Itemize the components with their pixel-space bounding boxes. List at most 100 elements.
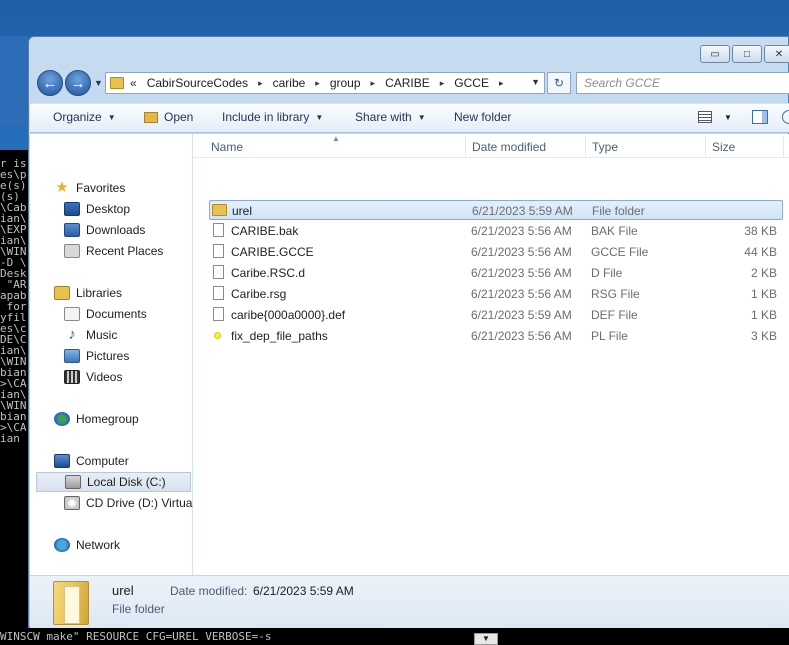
libraries-icon xyxy=(54,286,70,300)
preview-pane-icon[interactable] xyxy=(752,110,768,124)
file-name: CARIBE.bak xyxy=(231,224,299,238)
file-row[interactable]: urel 6/21/2023 5:59 AM File folder xyxy=(209,200,783,220)
nav-label: Computer xyxy=(76,454,129,468)
sort-ascending-icon: ▲ xyxy=(332,134,340,143)
open-label: Open xyxy=(164,110,194,124)
file-row[interactable]: caribe{000a0000}.def 6/21/2023 5:59 AM DEF… xyxy=(209,305,783,325)
address-overflow[interactable]: « xyxy=(130,76,137,90)
desktop-icon xyxy=(64,202,80,216)
recent-places-icon xyxy=(64,244,80,258)
downloads-icon xyxy=(64,223,80,237)
column-divider[interactable] xyxy=(705,136,706,156)
file-name: Caribe.RSC.d xyxy=(231,266,306,280)
music-icon: ♪ xyxy=(68,326,76,343)
nav-label: Videos xyxy=(86,370,123,384)
recent-pages-dropdown-icon[interactable]: ▼ xyxy=(94,78,103,88)
column-size[interactable]: Size xyxy=(712,140,735,154)
nav-label: Local Disk (C:) xyxy=(87,475,166,489)
address-bar[interactable]: « CabirSourceCodes ▸ caribe ▸ group ▸ CARIBE ▸ G… xyxy=(105,72,545,94)
nav-local-disk[interactable]: Local Disk (C:) xyxy=(36,472,191,492)
back-button[interactable]: ← xyxy=(37,70,63,96)
file-row[interactable]: fix_dep_file_paths 6/21/2023 5:56 AM PL Fi… xyxy=(209,326,783,346)
file-type: D File xyxy=(591,266,623,280)
chevron-down-icon: ▼ xyxy=(315,112,324,122)
address-dropdown-icon[interactable]: ▼ xyxy=(531,77,540,87)
navigation-row: ← → ▼ « CabirSourceCodes ▸ caribe ▸ group ▸ CA… xyxy=(37,70,789,96)
view-options-chevron-icon[interactable]: ▼ xyxy=(724,113,732,122)
help-icon[interactable] xyxy=(782,110,789,124)
file-row[interactable]: CARIBE.GCCE 6/21/2023 5:56 AM GCCE File 44 … xyxy=(209,242,783,262)
folder-icon xyxy=(53,581,89,625)
refresh-button[interactable]: ↻ xyxy=(547,72,571,94)
file-date-modified: 6/21/2023 5:56 AM xyxy=(471,329,572,343)
breadcrumb-item[interactable]: CARIBE xyxy=(385,76,430,90)
file-date-modified: 6/21/2023 5:56 AM xyxy=(471,266,572,280)
minimize-button[interactable]: ▭ xyxy=(700,45,730,63)
file-date-modified: 6/21/2023 5:56 AM xyxy=(471,245,572,259)
back-arrow-icon: ← xyxy=(42,74,58,92)
console-titlebar xyxy=(0,36,28,126)
nav-label: Homegroup xyxy=(76,412,139,426)
nav-cd-drive[interactable]: CD Drive (D:) Virtual xyxy=(64,493,193,513)
file-icon xyxy=(213,244,224,258)
forward-button[interactable]: → xyxy=(65,70,91,96)
console-bottom-line: WINSCW make" RESOURCE CFG=UREL VERBOSE=-… xyxy=(0,628,789,645)
nav-label: Desktop xyxy=(86,202,131,216)
breadcrumb: CabirSourceCodes ▸ caribe ▸ group ▸ CARIBE ▸ GCC… xyxy=(147,76,514,90)
star-icon: ★ xyxy=(55,179,69,196)
breadcrumb-item[interactable]: group xyxy=(330,76,361,90)
file-name: fix_dep_file_paths xyxy=(231,329,328,343)
details-type: File folder xyxy=(112,602,165,616)
breadcrumb-separator-icon[interactable]: ▸ xyxy=(499,78,504,89)
folder-icon xyxy=(212,204,227,216)
column-name[interactable]: Name xyxy=(211,140,243,154)
pictures-icon xyxy=(64,349,80,363)
file-row[interactable]: Caribe.RSC.d 6/21/2023 5:56 AM D File 2 KB xyxy=(209,263,783,283)
column-divider[interactable] xyxy=(783,136,784,156)
cd-drive-icon xyxy=(64,496,80,510)
nav-label: Music xyxy=(86,328,118,342)
file-type: RSG File xyxy=(591,287,640,301)
chevron-down-icon: ▼ xyxy=(417,112,426,122)
column-header: ▲ Name Date modified Type Size xyxy=(193,134,789,158)
maximize-button[interactable]: □ xyxy=(732,45,762,63)
breadcrumb-item[interactable]: GCCE xyxy=(454,76,489,90)
change-view-icon[interactable] xyxy=(698,111,712,123)
column-divider[interactable] xyxy=(465,136,466,156)
window-controls: ▭ □ ✕ xyxy=(700,45,789,63)
file-type: BAK File xyxy=(591,224,638,238)
file-row[interactable]: CARIBE.bak 6/21/2023 5:56 AM BAK File 38 KB xyxy=(209,221,783,241)
close-button[interactable]: ✕ xyxy=(764,45,789,63)
open-button[interactable]: Open xyxy=(144,110,193,124)
search-input[interactable]: Search GCCE xyxy=(576,72,789,94)
breadcrumb-item[interactable]: caribe xyxy=(273,76,306,90)
details-name: urel xyxy=(112,583,134,598)
breadcrumb-item[interactable]: CabirSourceCodes xyxy=(147,76,248,90)
column-divider[interactable] xyxy=(585,136,586,156)
console-scroll-down-icon[interactable]: ▼ xyxy=(474,633,498,645)
breadcrumb-separator-icon[interactable]: ▸ xyxy=(315,78,320,89)
file-size: 1 KB xyxy=(750,308,777,322)
file-date-modified: 6/21/2023 5:56 AM xyxy=(471,287,572,301)
file-date-modified: 6/21/2023 5:59 AM xyxy=(471,308,572,322)
chevron-down-icon: ▼ xyxy=(107,112,116,122)
file-type: GCCE File xyxy=(591,245,649,259)
file-name: CARIBE.GCCE xyxy=(231,245,314,259)
breadcrumb-separator-icon[interactable]: ▸ xyxy=(258,78,263,89)
command-bar: Organize ▼ Open Include in library ▼ Share… xyxy=(30,103,789,133)
file-row[interactable]: Caribe.rsg 6/21/2023 5:56 AM RSG File 1 KB xyxy=(209,284,783,304)
homegroup-icon xyxy=(54,412,70,426)
share-label: Share with xyxy=(355,110,412,124)
file-date-modified: 6/21/2023 5:56 AM xyxy=(471,224,572,238)
file-icon xyxy=(213,265,224,279)
share-with-menu[interactable]: Share with ▼ xyxy=(355,110,426,124)
computer-icon xyxy=(54,454,70,468)
new-folder-button[interactable]: New folder xyxy=(454,110,511,124)
include-in-library-menu[interactable]: Include in library ▼ xyxy=(222,110,323,124)
nav-label: Libraries xyxy=(76,286,123,300)
organize-menu[interactable]: Organize ▼ xyxy=(53,110,116,124)
breadcrumb-separator-icon[interactable]: ▸ xyxy=(440,78,445,89)
column-date-modified[interactable]: Date modified xyxy=(472,140,546,154)
column-type[interactable]: Type xyxy=(592,140,618,154)
breadcrumb-separator-icon[interactable]: ▸ xyxy=(371,78,376,89)
